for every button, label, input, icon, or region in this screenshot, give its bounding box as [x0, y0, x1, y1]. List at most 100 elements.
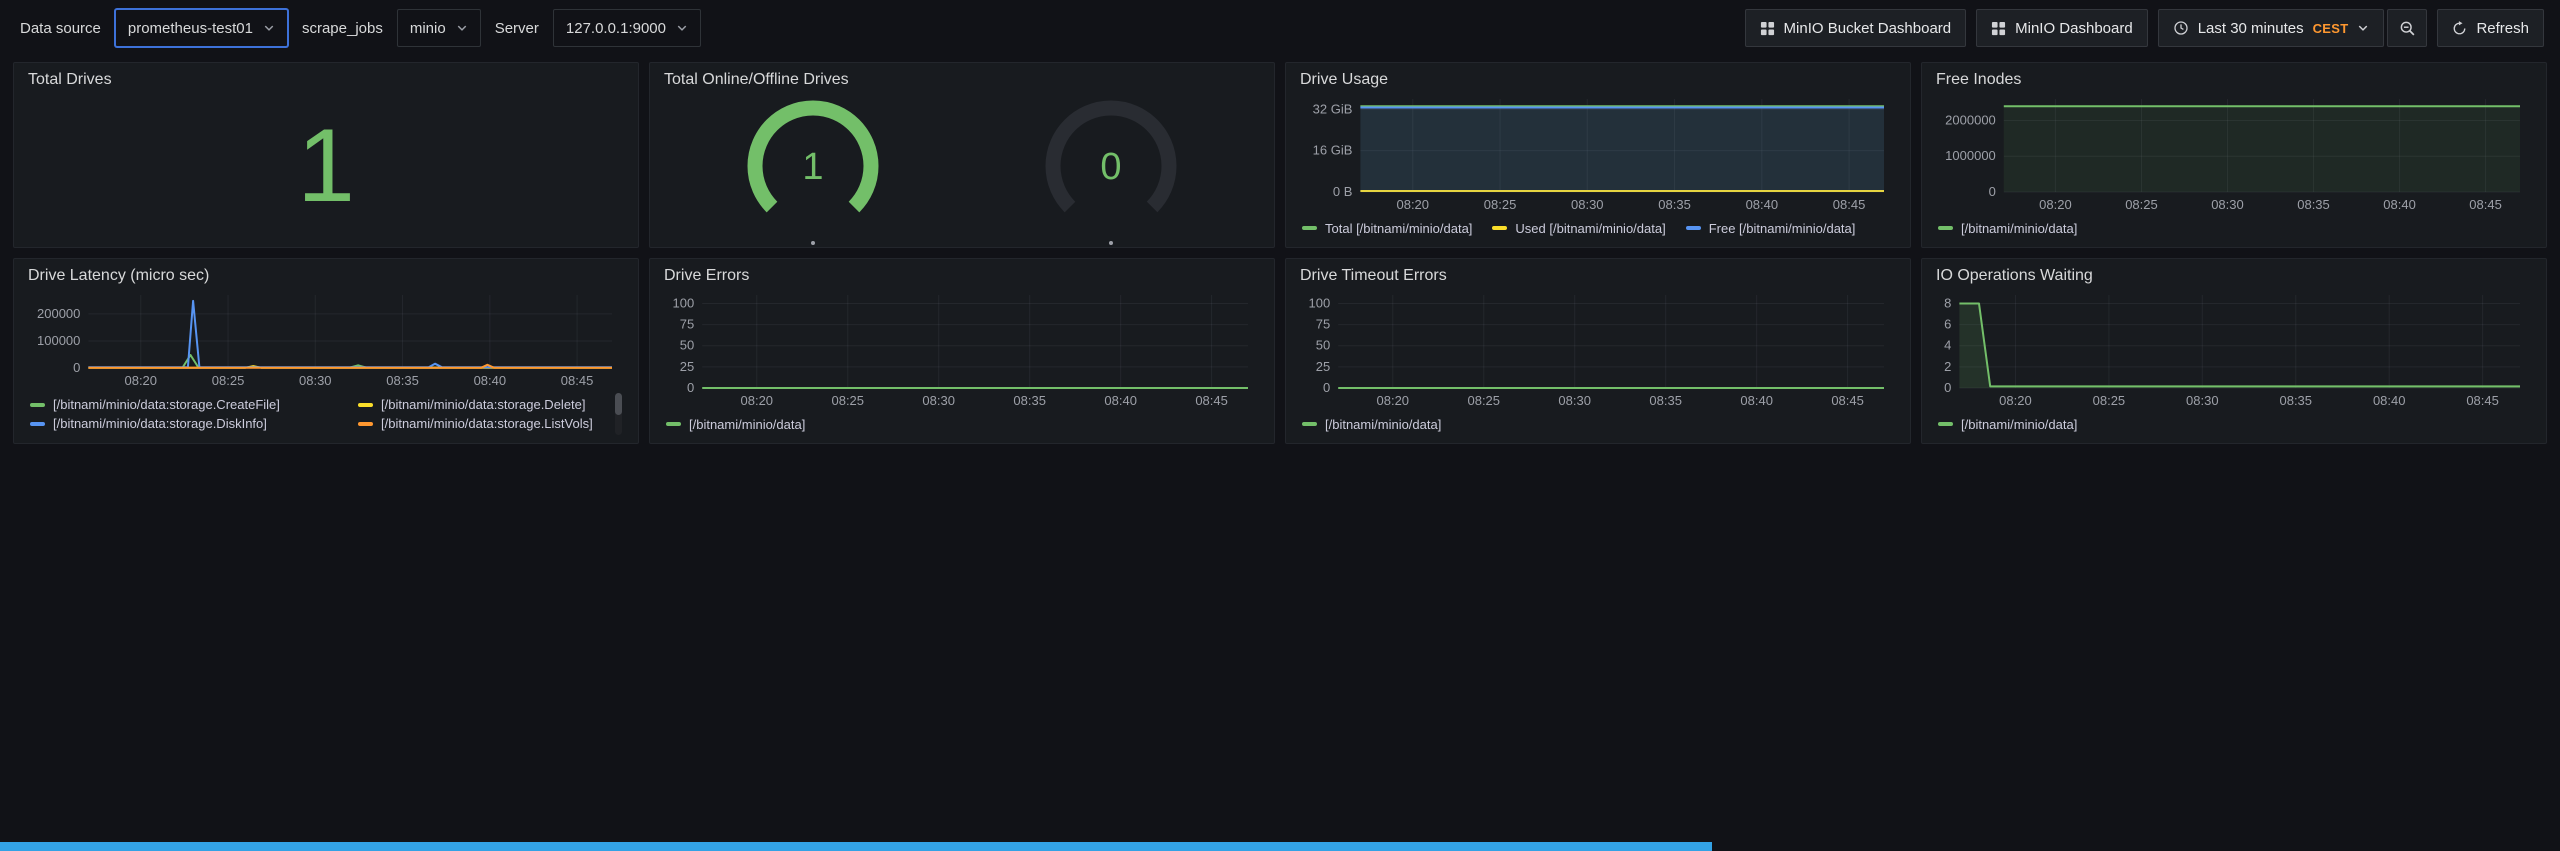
zoom-out-button[interactable] [2387, 9, 2427, 47]
svg-text:08:45: 08:45 [1833, 197, 1866, 212]
legend-item[interactable]: [/bitnami/minio/data:storage.DiskInfo] [30, 416, 338, 431]
legend-item[interactable]: [/bitnami/minio/data:storage.ListVols] [358, 416, 608, 431]
legend-series-marker [30, 422, 45, 426]
panel-drive-errors: Drive Errors 08:2008:2508:3008:3508:4008… [649, 258, 1275, 444]
svg-text:50: 50 [680, 338, 694, 353]
datasource-value: prometheus-test01 [128, 20, 253, 37]
minio-bucket-dashboard-label: MinIO Bucket Dashboard [1784, 20, 1952, 37]
legend-item[interactable]: [/bitnami/minio/data] [1302, 417, 1441, 432]
svg-text:08:25: 08:25 [2125, 197, 2158, 212]
legend-item[interactable]: [/bitnami/minio/data:storage.CreateFile] [30, 397, 338, 412]
stat-value: 1 [28, 91, 624, 240]
legend-item[interactable]: Free [/bitnami/minio/data] [1686, 221, 1856, 236]
svg-text:75: 75 [1316, 317, 1330, 332]
svg-text:08:25: 08:25 [2093, 393, 2126, 408]
legend-item[interactable]: [/bitnami/minio/data:storage.Delete] [358, 397, 608, 412]
gauge-online-drives: 1 [738, 91, 888, 241]
chevron-down-icon [456, 22, 468, 34]
svg-text:08:30: 08:30 [2186, 393, 2219, 408]
minio-bucket-dashboard-button[interactable]: MinIO Bucket Dashboard [1745, 9, 1967, 47]
io-operations-waiting-chart[interactable]: 08:2008:2508:3008:3508:4008:4586420 [1936, 287, 2532, 412]
timezone-badge: CEST [2313, 21, 2349, 36]
scrape-jobs-select[interactable]: minio [397, 9, 481, 47]
svg-text:08:40: 08:40 [2383, 197, 2416, 212]
svg-text:08:35: 08:35 [2279, 393, 2312, 408]
drive-errors-legend: [/bitnami/minio/data] [664, 412, 1260, 436]
time-range-picker[interactable]: Last 30 minutes CEST [2158, 9, 2385, 47]
refresh-label: Refresh [2476, 20, 2529, 37]
legend-series-label: [/bitnami/minio/data] [1961, 221, 2077, 236]
drive-usage-legend: Total [/bitnami/minio/data] Used [/bitnam… [1300, 216, 1896, 240]
drive-latency-legend: [/bitnami/minio/data:storage.CreateFile]… [28, 392, 624, 436]
dashboard-controls-bar: Data source prometheus-test01 scrape_job… [0, 0, 2560, 56]
svg-text:08:30: 08:30 [922, 393, 955, 408]
drive-errors-chart[interactable]: 08:2008:2508:3008:3508:4008:451007550250 [664, 287, 1260, 412]
legend-series-marker [1302, 226, 1317, 230]
svg-text:08:45: 08:45 [2469, 197, 2502, 212]
chevron-down-icon [676, 22, 688, 34]
svg-text:100000: 100000 [37, 333, 80, 348]
free-inodes-legend: [/bitnami/minio/data] [1936, 216, 2532, 240]
legend-item[interactable]: Total [/bitnami/minio/data] [1302, 221, 1472, 236]
server-select[interactable]: 127.0.0.1:9000 [553, 9, 701, 47]
legend-item[interactable]: [/bitnami/minio/data] [666, 417, 805, 432]
panel-title[interactable]: Total Online/Offline Drives [664, 71, 1260, 89]
drive_timeout_errors-svg: 08:2008:2508:3008:3508:4008:451007550250 [1300, 287, 1896, 412]
gauge-row: 1 0 [664, 91, 1260, 245]
drive-usage-chart[interactable]: 08:2008:2508:3008:3508:4008:4532 GiB16 G… [1300, 91, 1896, 216]
svg-text:08:20: 08:20 [2039, 197, 2072, 212]
minio-dashboard-button[interactable]: MinIO Dashboard [1976, 9, 2148, 47]
panel-drive-timeout-errors: Drive Timeout Errors 08:2008:2508:3008:3… [1285, 258, 1911, 444]
svg-text:08:30: 08:30 [2211, 197, 2244, 212]
svg-text:08:35: 08:35 [2297, 197, 2330, 212]
free-inodes-chart[interactable]: 08:2008:2508:3008:3508:4008:452000000100… [1936, 91, 2532, 216]
legend-item[interactable]: Used [/bitnami/minio/data] [1492, 221, 1665, 236]
gauge-svg: 0 [1036, 91, 1186, 241]
drive-latency-chart[interactable]: 08:2008:2508:3008:3508:4008:452000001000… [28, 287, 624, 392]
legend-series-marker [1938, 226, 1953, 230]
panel-title[interactable]: Free Inodes [1936, 71, 2532, 89]
legend-series-marker [358, 422, 373, 426]
svg-text:08:20: 08:20 [1377, 393, 1410, 408]
svg-text:08:25: 08:25 [212, 373, 245, 388]
svg-text:25: 25 [680, 359, 694, 374]
panel-title[interactable]: IO Operations Waiting [1936, 267, 2532, 285]
legend-series-label: [/bitnami/minio/data:storage.Delete] [381, 397, 586, 412]
panel-title[interactable]: Total Drives [28, 71, 624, 89]
panel-title[interactable]: Drive Timeout Errors [1300, 267, 1896, 285]
panel-title[interactable]: Drive Usage [1300, 71, 1896, 89]
svg-text:100: 100 [1308, 295, 1330, 310]
svg-text:08:45: 08:45 [561, 373, 594, 388]
legend-scrollbar[interactable] [615, 393, 622, 435]
legend-scrollbar-thumb[interactable] [615, 393, 622, 415]
svg-text:0: 0 [1944, 380, 1951, 395]
legend-series-label: [/bitnami/minio/data] [689, 417, 805, 432]
svg-text:16 GiB: 16 GiB [1313, 143, 1353, 158]
legend-series-marker [1492, 226, 1507, 230]
panel-title[interactable]: Drive Latency (micro sec) [28, 267, 624, 285]
svg-text:08:30: 08:30 [1571, 197, 1604, 212]
drive-timeout-errors-chart[interactable]: 08:2008:2508:3008:3508:4008:451007550250 [1300, 287, 1896, 412]
legend-series-marker [666, 422, 681, 426]
svg-text:6: 6 [1944, 317, 1951, 332]
svg-text:0: 0 [1323, 380, 1330, 395]
scrape-jobs-label: scrape_jobs [298, 20, 387, 37]
svg-text:1: 1 [802, 146, 823, 188]
svg-text:25: 25 [1316, 359, 1330, 374]
svg-text:200000: 200000 [37, 306, 80, 321]
panel-total-drives: Total Drives 1 [13, 62, 639, 248]
svg-text:08:35: 08:35 [386, 373, 419, 388]
svg-text:0: 0 [687, 380, 694, 395]
svg-text:08:35: 08:35 [1649, 393, 1682, 408]
datasource-select[interactable]: prometheus-test01 [115, 9, 288, 47]
refresh-button[interactable]: Refresh [2437, 9, 2544, 47]
apps-icon [1760, 21, 1775, 36]
panel-online-offline-drives: Total Online/Offline Drives 1 0 [649, 62, 1275, 248]
svg-text:1000000: 1000000 [1945, 148, 1996, 163]
panel-free-inodes: Free Inodes 08:20 08:25 08:30 08:35 08:40 08:… [1921, 62, 2547, 248]
svg-text:08:40: 08:40 [474, 373, 507, 388]
legend-item[interactable]: [/bitnami/minio/data] [1938, 417, 2077, 432]
svg-text:08:20: 08:20 [1396, 197, 1429, 212]
legend-item[interactable]: [/bitnami/minio/data] [1938, 221, 2077, 236]
panel-title[interactable]: Drive Errors [664, 267, 1260, 285]
